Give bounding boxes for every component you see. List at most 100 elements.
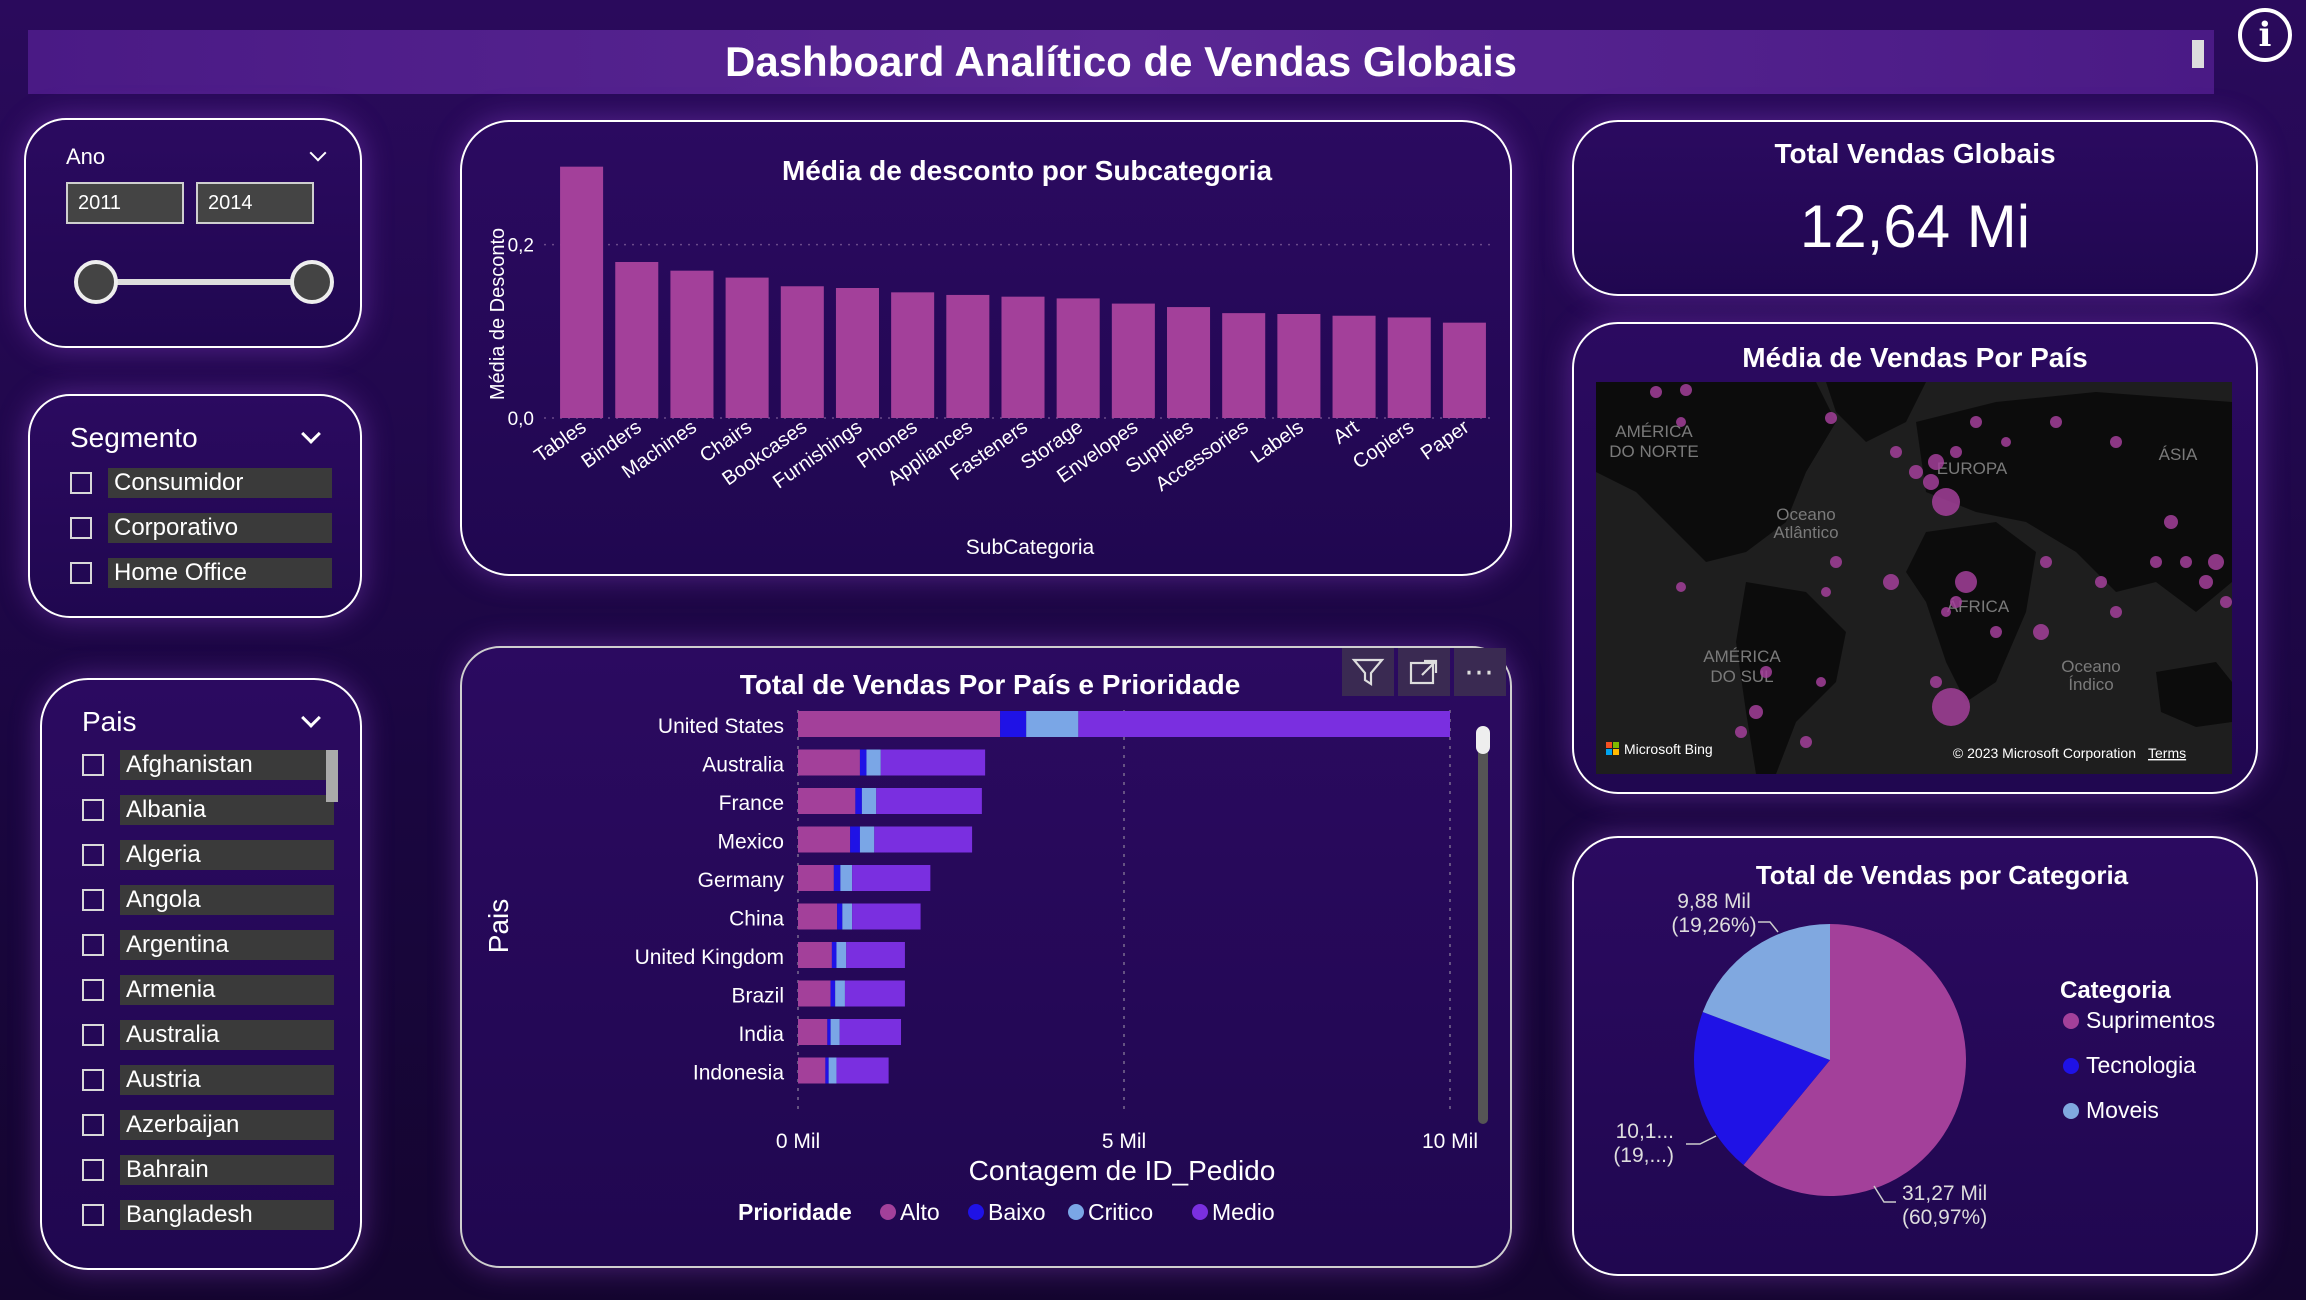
checkbox[interactable] (82, 753, 104, 776)
bar-segment[interactable] (833, 865, 841, 891)
country-option[interactable]: Bahrain (82, 1147, 334, 1192)
bar-segment[interactable] (842, 903, 853, 930)
bar-segment[interactable] (1078, 711, 1450, 737)
checkbox[interactable] (70, 516, 92, 539)
country-option[interactable]: Armenia (82, 967, 334, 1012)
checkbox[interactable] (82, 1023, 104, 1046)
bar-segment[interactable] (836, 1057, 889, 1084)
country-option[interactable]: Australia (82, 1012, 334, 1057)
bar-segment[interactable] (828, 1057, 837, 1084)
bar-segment[interactable] (798, 942, 832, 968)
bar-segment[interactable] (827, 1019, 831, 1045)
country-option[interactable]: Austria (82, 1057, 334, 1102)
chart-scrollbar-thumb[interactable] (1476, 726, 1490, 754)
checkbox[interactable] (70, 471, 92, 494)
checkbox[interactable] (82, 798, 104, 821)
bar-segment[interactable] (850, 826, 860, 853)
bar-segment[interactable] (846, 942, 905, 968)
checkbox[interactable] (82, 1203, 104, 1226)
bar[interactable] (835, 288, 879, 418)
bar[interactable] (946, 294, 990, 418)
bar[interactable] (780, 286, 824, 418)
slider-handle-start[interactable] (74, 260, 118, 304)
bar[interactable] (670, 270, 714, 418)
bar[interactable] (1056, 298, 1100, 418)
scrollbar-thumb[interactable] (2192, 40, 2204, 68)
bar[interactable] (1222, 313, 1266, 418)
country-option[interactable]: Bangladesh (82, 1192, 334, 1237)
bar[interactable] (1332, 315, 1376, 418)
chevron-down-icon[interactable] (301, 708, 321, 728)
country-option[interactable]: Algeria (82, 832, 334, 877)
bar-segment[interactable] (855, 788, 862, 814)
bar-segment[interactable] (840, 865, 853, 891)
world-map[interactable]: AMÉRICA DO NORTE EUROPA ÁSIA Oceano Atlânt… (1596, 382, 2232, 774)
bar-segment[interactable] (874, 826, 973, 853)
bar-segment[interactable] (798, 980, 831, 1007)
bar-segment[interactable] (798, 711, 1001, 737)
bar[interactable] (560, 166, 604, 418)
bar-segment[interactable] (798, 749, 860, 776)
bar-segment[interactable] (844, 980, 905, 1007)
bar-segment[interactable] (825, 1057, 829, 1084)
segment-option[interactable]: Consumidor (70, 460, 332, 505)
segment-option[interactable]: Corporativo (70, 505, 332, 550)
bar[interactable] (725, 277, 769, 418)
bar[interactable] (1001, 296, 1045, 418)
bar-segment[interactable] (835, 980, 845, 1007)
bar[interactable] (891, 292, 935, 418)
country-option[interactable]: Azerbaijan (82, 1102, 334, 1147)
country-option[interactable]: Argentina (82, 922, 334, 967)
country-option[interactable]: Albania (82, 787, 334, 832)
checkbox[interactable] (82, 1113, 104, 1136)
bar-segment[interactable] (798, 1019, 828, 1045)
checkbox[interactable] (82, 843, 104, 866)
info-icon[interactable]: i (2238, 8, 2292, 62)
bar-segment[interactable] (876, 788, 982, 814)
chart-scrollbar[interactable] (1478, 728, 1488, 1124)
bar[interactable] (1387, 317, 1431, 418)
checkbox[interactable] (82, 933, 104, 956)
bar-segment[interactable] (1026, 711, 1079, 737)
bar[interactable] (1442, 322, 1486, 418)
bar-segment[interactable] (861, 788, 877, 814)
bar-segment[interactable] (859, 749, 867, 776)
bar-segment[interactable] (831, 942, 837, 968)
bar-segment[interactable] (859, 826, 875, 853)
checkbox[interactable] (82, 978, 104, 1001)
chevron-down-icon[interactable] (301, 424, 321, 444)
bar-segment[interactable] (798, 865, 834, 891)
country-list-scrollbar[interactable] (326, 750, 338, 802)
bar-segment[interactable] (830, 1019, 840, 1045)
checkbox[interactable] (70, 561, 92, 584)
checkbox[interactable] (82, 1158, 104, 1181)
slider-handle-end[interactable] (290, 260, 334, 304)
bar[interactable] (1277, 314, 1321, 418)
checkbox[interactable] (82, 888, 104, 911)
country-option[interactable]: Afghanistan (82, 742, 334, 787)
year-from-input[interactable]: 2011 (66, 182, 184, 224)
bar-segment[interactable] (836, 942, 847, 968)
country-option[interactable]: Angola (82, 877, 334, 922)
bar-segment[interactable] (798, 903, 838, 930)
year-to-input[interactable]: 2014 (196, 182, 314, 224)
bar[interactable] (1111, 303, 1155, 418)
map-terms-link[interactable]: Terms (2148, 745, 2186, 761)
bar-segment[interactable] (798, 788, 856, 814)
checkbox[interactable] (82, 1068, 104, 1091)
bar-segment[interactable] (837, 903, 843, 930)
bar-segment[interactable] (798, 1057, 826, 1084)
chevron-down-icon[interactable] (309, 144, 327, 162)
bar[interactable] (1167, 307, 1211, 418)
bar[interactable] (615, 262, 659, 418)
segment-option[interactable]: Home Office (70, 550, 332, 595)
bar-segment[interactable] (798, 826, 851, 853)
bar-segment[interactable] (1000, 711, 1027, 737)
bar-segment[interactable] (839, 1019, 902, 1045)
bar-segment[interactable] (852, 903, 921, 930)
year-range-slider[interactable] (74, 260, 336, 304)
bar-segment[interactable] (880, 749, 986, 776)
bar-segment[interactable] (866, 749, 881, 776)
bar-segment[interactable] (830, 980, 836, 1007)
bar-segment[interactable] (852, 865, 931, 891)
